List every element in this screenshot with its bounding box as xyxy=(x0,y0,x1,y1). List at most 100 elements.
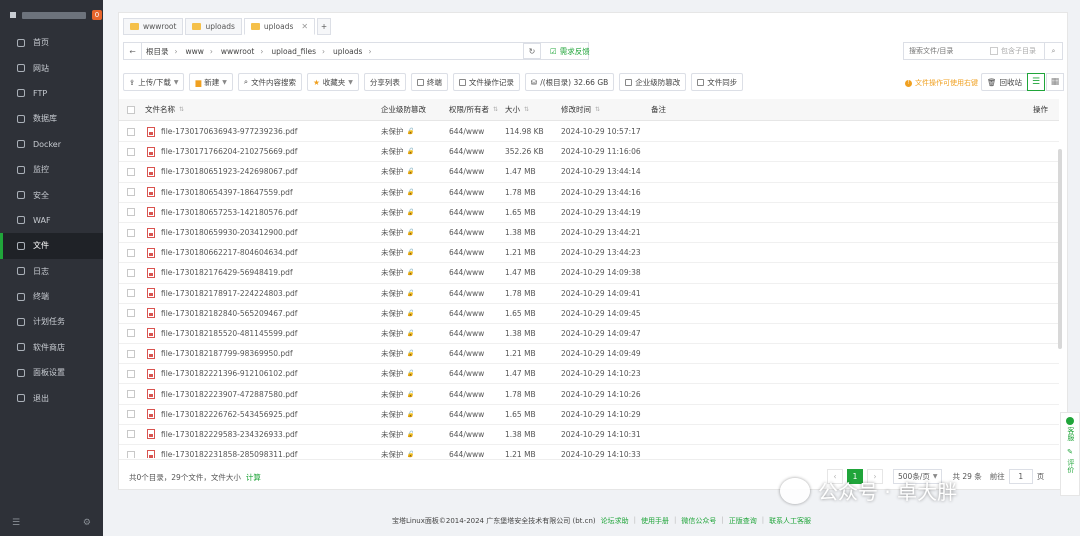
row-checkbox[interactable] xyxy=(127,430,135,439)
settings-dot-icon[interactable]: ⚙ xyxy=(83,518,91,528)
breadcrumb-item[interactable]: upload_files › xyxy=(267,47,329,56)
refresh-button[interactable]: ↻ xyxy=(523,43,541,59)
cell-protect[interactable]: 未保护 🔓 xyxy=(381,203,414,222)
cell-protect[interactable]: 未保护 🔓 xyxy=(381,384,414,403)
row-checkbox[interactable] xyxy=(127,309,135,318)
select-all-checkbox[interactable] xyxy=(127,105,135,114)
breadcrumb-item[interactable]: uploads › xyxy=(329,47,375,56)
sidebar-item-14[interactable]: 退出 xyxy=(0,385,103,410)
include-subdir-checkbox[interactable] xyxy=(990,47,998,55)
sidebar-item-2[interactable]: FTP xyxy=(0,81,103,106)
cell-protect[interactable]: 未保护 🔓 xyxy=(381,425,414,444)
cell-protect[interactable]: 未保护 🔓 xyxy=(381,183,414,202)
cell-protect[interactable]: 未保护 🔓 xyxy=(381,122,414,141)
support-link[interactable]: 联系人工客服 xyxy=(769,516,811,526)
cell-name[interactable]: file-1730180654397-18647559.pdf xyxy=(161,183,293,202)
row-checkbox[interactable] xyxy=(127,228,135,237)
table-row[interactable]: file-1730182226762-543456925.pdf 未保护 🔓 644/… xyxy=(119,405,1059,425)
row-checkbox[interactable] xyxy=(127,329,135,338)
row-checkbox[interactable] xyxy=(127,127,135,136)
search-icon[interactable]: ⌕ xyxy=(1044,43,1062,59)
cell-perm[interactable]: 644/www xyxy=(449,384,484,403)
cell-perm[interactable]: 644/www xyxy=(449,203,484,222)
cell-perm[interactable]: 644/www xyxy=(449,263,484,282)
cell-protect[interactable]: 未保护 🔓 xyxy=(381,284,414,303)
feedback-link[interactable]: ☑ 需求反馈 xyxy=(550,46,590,57)
disk-button[interactable]: ⛁/(根目录) 32.66 GB xyxy=(524,73,615,91)
table-row[interactable]: file-1730182187799-98369950.pdf 未保护 🔓 644/w… xyxy=(119,344,1059,365)
row-checkbox[interactable] xyxy=(127,248,135,257)
cell-perm[interactable]: 644/www xyxy=(449,162,484,181)
table-row[interactable]: file-1730182229583-234326933.pdf 未保护 🔓 644/… xyxy=(119,425,1059,445)
customer-service-button[interactable]: 客服 xyxy=(1066,417,1075,441)
row-checkbox[interactable] xyxy=(127,450,135,458)
cell-protect[interactable]: 未保护 🔓 xyxy=(381,162,414,181)
cell-name[interactable]: file-1730182185520-481145599.pdf xyxy=(161,324,297,343)
table-row[interactable]: file-1730180654397-18647559.pdf 未保护 🔓 644/w… xyxy=(119,183,1059,203)
table-row[interactable]: file-1730182182840-565209467.pdf 未保护 🔓 644/… xyxy=(119,304,1059,324)
content-search-button[interactable]: ⌕ 文件内容搜索 xyxy=(237,73,303,91)
close-icon[interactable]: ✕ xyxy=(301,22,308,31)
add-tab-button[interactable]: + xyxy=(317,18,332,35)
cell-name[interactable]: file-1730182182840-565209467.pdf xyxy=(161,304,297,323)
cell-perm[interactable]: 644/www xyxy=(449,425,484,444)
calc-size-link[interactable]: 计算 xyxy=(246,472,261,483)
cell-name[interactable]: file-1730180662217-804604634.pdf xyxy=(161,243,297,262)
cell-protect[interactable]: 未保护 🔓 xyxy=(381,304,414,323)
cell-name[interactable]: file-1730180651923-242698067.pdf xyxy=(161,162,297,181)
table-row[interactable]: file-1730182231858-285098311.pdf 未保护 🔓 644/… xyxy=(119,445,1059,458)
row-checkbox[interactable] xyxy=(127,208,135,217)
cell-perm[interactable]: 644/www xyxy=(449,324,484,343)
breadcrumb-item[interactable]: wwwroot › xyxy=(217,47,267,56)
cell-protect[interactable]: 未保护 🔓 xyxy=(381,263,414,282)
table-row[interactable]: file-1730180662217-804604634.pdf 未保护 🔓 644/… xyxy=(119,243,1059,264)
sidebar-item-0[interactable]: 首页 xyxy=(0,30,103,55)
cell-perm[interactable]: 644/www xyxy=(449,142,484,161)
list-view-icon[interactable]: ☰ xyxy=(1027,73,1045,91)
upload-download-button[interactable]: ⇪ 上传/下载 ▼ xyxy=(123,73,185,91)
wechat-link[interactable]: 微信公众号 xyxy=(681,516,716,526)
terminal-button[interactable]: 终端 xyxy=(410,73,448,91)
scrollbar[interactable] xyxy=(1058,149,1062,349)
tab-uploads[interactable]: uploads xyxy=(185,18,242,35)
cell-name[interactable]: file-1730182226762-543456925.pdf xyxy=(161,405,297,424)
cell-perm[interactable]: 644/www xyxy=(449,223,484,242)
sidebar-item-11[interactable]: 计划任务 xyxy=(0,309,103,334)
row-checkbox[interactable] xyxy=(127,390,135,399)
sidebar-item-5[interactable]: 监控 xyxy=(0,157,103,182)
sidebar-item-9[interactable]: 日志 xyxy=(0,259,103,284)
cell-perm[interactable]: 644/www xyxy=(449,364,484,383)
cell-perm[interactable]: 644/www xyxy=(449,284,484,303)
sidebar-item-4[interactable]: Docker xyxy=(0,132,103,157)
table-row[interactable]: file-1730171766204-210275669.pdf 未保护 🔓 644/… xyxy=(119,142,1059,163)
cell-perm[interactable]: 644/www xyxy=(449,183,484,202)
tamper-button[interactable]: 企业级防篡改 xyxy=(619,73,687,91)
cell-perm[interactable]: 644/www xyxy=(449,243,484,262)
cell-name[interactable]: file-1730180659930-203412900.pdf xyxy=(161,223,297,242)
grid-view-icon[interactable]: ▦ xyxy=(1046,73,1064,91)
sync-button[interactable]: 文件同步 xyxy=(691,73,744,91)
sidebar-item-13[interactable]: 面板设置 xyxy=(0,360,103,385)
row-checkbox[interactable] xyxy=(127,349,135,358)
sidebar-item-10[interactable]: 终端 xyxy=(0,284,103,309)
sidebar-item-1[interactable]: 网站 xyxy=(0,55,103,80)
table-row[interactable]: file-1730182223907-472887580.pdf 未保护 🔓 644/… xyxy=(119,384,1059,405)
manual-link[interactable]: 使用手册 xyxy=(641,516,669,526)
license-link[interactable]: 正版查询 xyxy=(729,516,757,526)
cell-perm[interactable]: 644/www xyxy=(449,405,484,424)
breadcrumb-item[interactable]: 根目录 › xyxy=(142,46,182,57)
breadcrumb-item[interactable]: www › xyxy=(182,47,217,56)
review-button[interactable]: ✎ 评价 xyxy=(1066,448,1075,472)
sidebar-item-6[interactable]: 安全 xyxy=(0,182,103,207)
cell-name[interactable]: file-1730182223907-472887580.pdf xyxy=(161,384,297,403)
table-row[interactable]: file-1730182221396-912106102.pdf 未保护 🔓 644/… xyxy=(119,364,1059,385)
row-checkbox[interactable] xyxy=(127,268,135,277)
op-log-button[interactable]: 文件操作记录 xyxy=(452,73,520,91)
cell-name[interactable]: file-1730171766204-210275669.pdf xyxy=(161,142,297,161)
back-arrow-icon[interactable]: ← xyxy=(124,43,142,59)
col-name[interactable]: 文件名称 ⇅ xyxy=(145,99,184,120)
cell-perm[interactable]: 644/www xyxy=(449,445,484,458)
cell-name[interactable]: file-1730182231858-285098311.pdf xyxy=(161,445,297,458)
table-row[interactable]: file-1730170636943-977239236.pdf 未保护 🔓 644/… xyxy=(119,122,1059,143)
row-checkbox[interactable] xyxy=(127,289,135,298)
